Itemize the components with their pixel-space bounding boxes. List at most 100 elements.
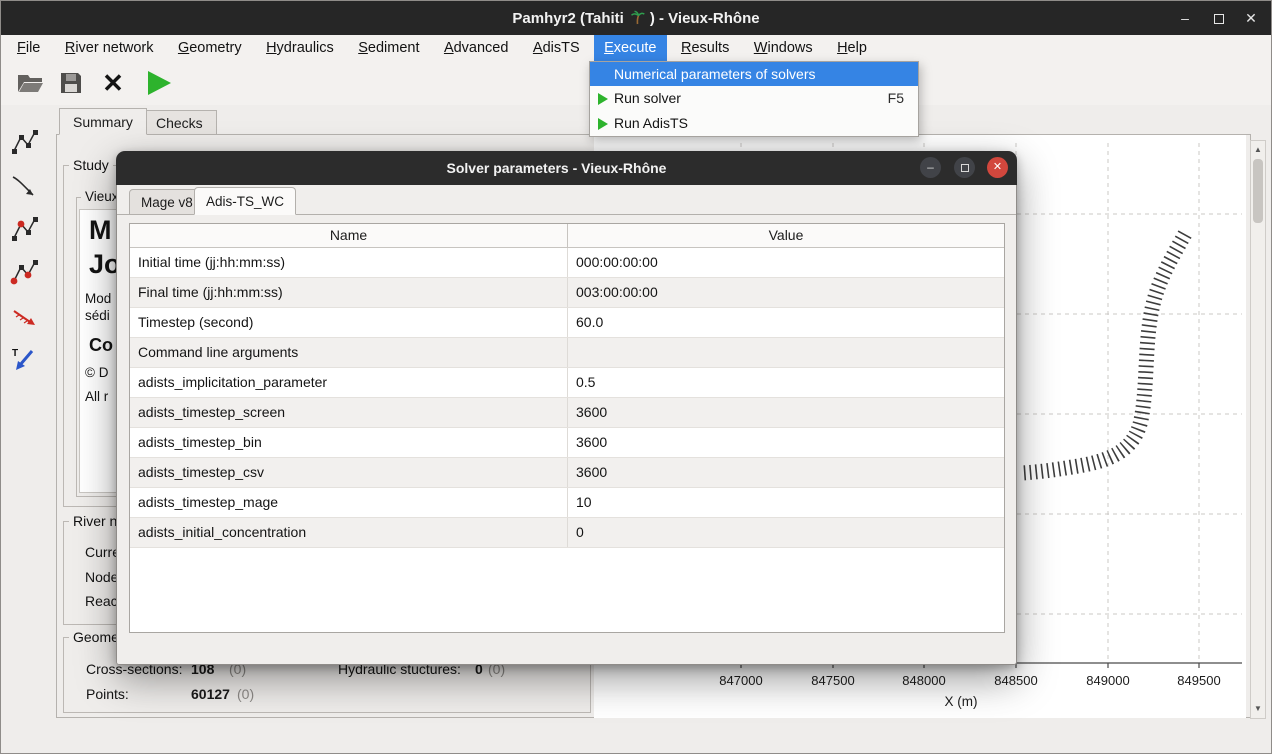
sidebar-translate-icon[interactable]: T: [7, 342, 41, 376]
table-row[interactable]: adists_implicitation_parameter 0.5: [130, 368, 1004, 398]
table-row[interactable]: adists_timestep_mage 10: [130, 488, 1004, 518]
run-button[interactable]: [143, 68, 175, 98]
sidebar-reach-nodes-icon[interactable]: [7, 255, 41, 289]
param-name[interactable]: adists_timestep_screen: [130, 398, 568, 427]
study-group-label: Study: [69, 157, 113, 173]
titlebar: Pamhyr2 (Tahiti ) - Vieux-Rhône – ✕: [1, 1, 1271, 35]
scroll-down-icon[interactable]: ▼: [1251, 702, 1265, 716]
execute-dropdown-menu: Numerical parameters of solvers Run solv…: [589, 61, 919, 137]
close-button[interactable]: ✕: [1235, 1, 1267, 35]
x-tick: 847000: [709, 673, 773, 688]
param-value[interactable]: 60.0: [568, 308, 1004, 337]
play-icon: [598, 93, 608, 105]
dialog-tab-adis-ts-wc[interactable]: Adis-TS_WC: [194, 187, 296, 215]
menu-hydraulics[interactable]: Hydraulics: [256, 35, 344, 61]
dialog-title: Solver parameters - Vieux-Rhône: [216, 151, 897, 185]
param-name[interactable]: Command line arguments: [130, 338, 568, 367]
param-value[interactable]: 3600: [568, 428, 1004, 457]
maximize-icon: [1214, 14, 1224, 24]
menu-item-shortcut: F5: [888, 86, 904, 111]
menu-item-label: Run solver: [614, 90, 681, 106]
save-button[interactable]: [55, 68, 87, 98]
menu-advanced[interactable]: Advanced: [434, 35, 519, 61]
param-name[interactable]: adists_implicitation_parameter: [130, 368, 568, 397]
tab-summary[interactable]: Summary: [59, 108, 147, 135]
study-doc-line: All r: [85, 389, 108, 404]
play-icon: [598, 118, 608, 130]
minimize-button[interactable]: –: [1169, 1, 1201, 35]
menubar: File River network Geometry Hydraulics S…: [1, 35, 1271, 61]
param-name[interactable]: Final time (jj:hh:mm:ss): [130, 278, 568, 307]
table-row[interactable]: Initial time (jj:hh:mm:ss) 000:00:00:00: [130, 248, 1004, 278]
table-row[interactable]: adists_timestep_bin 3600: [130, 428, 1004, 458]
menu-geometry[interactable]: Geometry: [168, 35, 252, 61]
param-name[interactable]: adists_initial_concentration: [130, 518, 568, 547]
dialog-maximize-button[interactable]: [954, 157, 975, 178]
maximize-button[interactable]: [1203, 1, 1235, 35]
param-name[interactable]: adists_timestep_mage: [130, 488, 568, 517]
param-value[interactable]: 3600: [568, 398, 1004, 427]
menu-sediment[interactable]: Sediment: [348, 35, 429, 61]
param-name[interactable]: Initial time (jj:hh:mm:ss): [130, 248, 568, 277]
table-row[interactable]: adists_timestep_csv 3600: [130, 458, 1004, 488]
scroll-up-icon[interactable]: ▲: [1251, 143, 1265, 157]
dialog-body: Mage v8 Adis-TS_WC Name Value Initial ti…: [116, 185, 1017, 665]
x-tick: 848000: [892, 673, 956, 688]
param-value[interactable]: 3600: [568, 458, 1004, 487]
vertical-scrollbar[interactable]: ▲ ▼: [1250, 140, 1266, 719]
param-value[interactable]: [568, 338, 1004, 367]
table-row[interactable]: Timestep (second) 60.0: [130, 308, 1004, 338]
close-study-button[interactable]: ✕: [97, 68, 129, 98]
menu-river-network[interactable]: River network: [55, 35, 164, 61]
solver-parameters-dialog: Solver parameters - Vieux-Rhône – ✕ Mage…: [116, 151, 1017, 665]
param-value[interactable]: 000:00:00:00: [568, 248, 1004, 277]
tab-checks[interactable]: Checks: [142, 110, 217, 135]
menu-help[interactable]: Help: [827, 35, 877, 61]
menu-windows[interactable]: Windows: [744, 35, 823, 61]
window-title-suffix: ) - Vieux-Rhône: [650, 10, 760, 27]
scrollbar-thumb[interactable]: [1253, 159, 1263, 223]
network-red-endpoints-icon: [10, 258, 38, 286]
save-floppy-icon: [58, 70, 84, 96]
table-header-row: Name Value: [130, 224, 1004, 248]
param-name[interactable]: adists_timestep_csv: [130, 458, 568, 487]
table-row[interactable]: adists_initial_concentration 0: [130, 518, 1004, 548]
river-cross-sections-curve: [1022, 234, 1185, 473]
table-header-name[interactable]: Name: [130, 224, 568, 247]
sidebar-slope-icon[interactable]: [7, 301, 41, 335]
table-row[interactable]: Final time (jj:hh:mm:ss) 003:00:00:00: [130, 278, 1004, 308]
param-name[interactable]: Timestep (second): [130, 308, 568, 337]
x-tick: 848500: [984, 673, 1048, 688]
sidebar-profile-icon[interactable]: [7, 169, 41, 203]
table-row[interactable]: adists_timestep_screen 3600: [130, 398, 1004, 428]
sidebar-river-network-icon[interactable]: [7, 125, 41, 159]
menu-adists[interactable]: AdisTS: [523, 35, 590, 61]
param-value[interactable]: 10: [568, 488, 1004, 517]
study-doc-line: sédi: [85, 308, 110, 323]
dialog-maximize-icon: [961, 164, 969, 172]
table-header-value[interactable]: Value: [568, 224, 1004, 247]
open-file-button[interactable]: [14, 68, 46, 98]
window-title: Pamhyr2 (Tahiti ) - Vieux-Rhône: [121, 1, 1151, 35]
x-tick: 849500: [1167, 673, 1231, 688]
svg-text:T: T: [12, 348, 18, 359]
param-name[interactable]: adists_timestep_bin: [130, 428, 568, 457]
table-row[interactable]: Command line arguments: [130, 338, 1004, 368]
river-network-line: Reac: [85, 593, 118, 609]
palm-tree-icon: [629, 10, 645, 26]
menu-item-numerical-parameters[interactable]: Numerical parameters of solvers: [590, 62, 918, 86]
menu-execute[interactable]: Execute: [594, 35, 666, 61]
sidebar-current-reach-icon[interactable]: [7, 212, 41, 246]
param-value[interactable]: 0: [568, 518, 1004, 547]
param-value[interactable]: 003:00:00:00: [568, 278, 1004, 307]
menu-file[interactable]: File: [7, 35, 50, 61]
river-network-line: Node: [85, 569, 118, 585]
menu-results[interactable]: Results: [671, 35, 739, 61]
menu-item-run-solver[interactable]: Run solver F5: [590, 86, 918, 111]
blue-arrow-T-icon: T: [10, 345, 38, 373]
param-value[interactable]: 0.5: [568, 368, 1004, 397]
geometry-group-label: Geome: [69, 629, 123, 645]
menu-item-run-adists[interactable]: Run AdisTS: [590, 111, 918, 136]
dialog-minimize-button[interactable]: –: [920, 157, 941, 178]
dialog-close-button[interactable]: ✕: [987, 157, 1008, 178]
